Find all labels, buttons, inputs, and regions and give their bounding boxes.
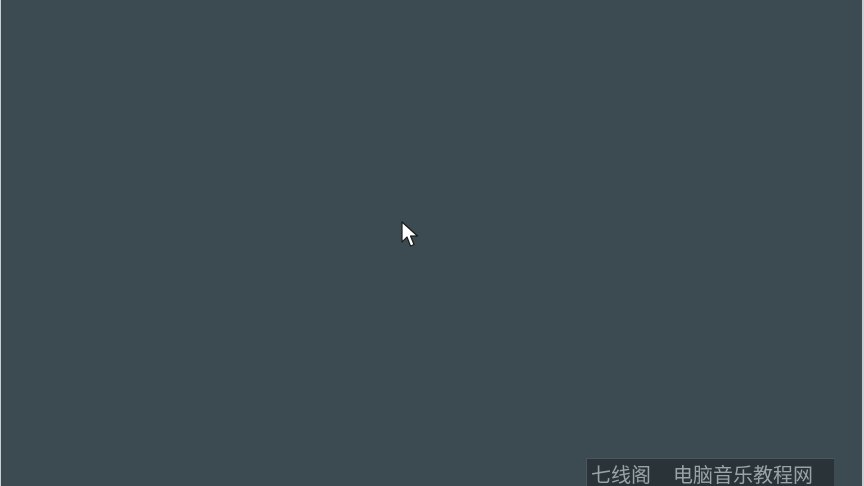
arrow-cursor-icon: [401, 221, 419, 247]
watermark: 七线阁 电脑音乐教程网: [586, 458, 834, 486]
application-window: 七线阁 电脑音乐教程网: [0, 0, 864, 486]
watermark-right-text: 电脑音乐教程网: [673, 463, 813, 486]
watermark-left-text: 七线阁: [591, 463, 651, 486]
empty-workspace[interactable]: [1, 0, 862, 486]
